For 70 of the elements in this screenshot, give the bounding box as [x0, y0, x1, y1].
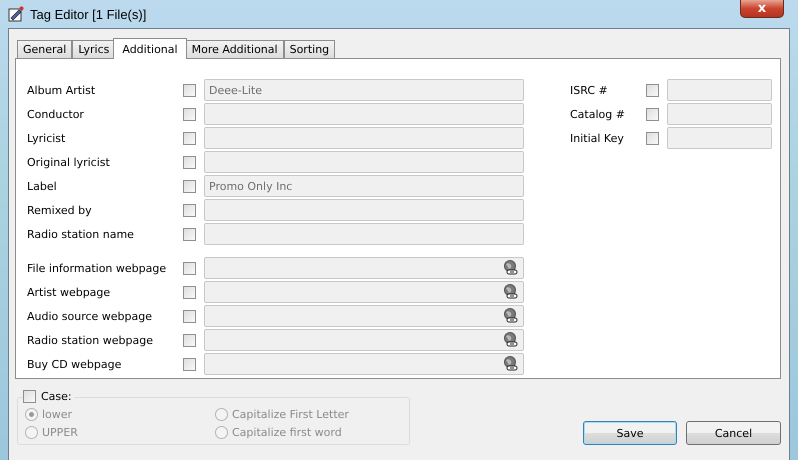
globe-link-icon[interactable] [503, 308, 519, 324]
input-field[interactable] [204, 305, 524, 327]
field-label: Artist webpage [27, 286, 112, 298]
case-label: Case: [41, 390, 72, 403]
tab[interactable]: General [17, 40, 72, 59]
field-label: Radio station webpage [27, 334, 154, 346]
tab[interactable]: Additional [113, 38, 187, 59]
globe-link-icon[interactable] [503, 260, 519, 276]
input-field[interactable] [204, 103, 524, 125]
input-field[interactable] [204, 257, 524, 279]
field-label: Audio source webpage [27, 310, 154, 322]
field-label: Label [27, 180, 58, 192]
input-field[interactable]: Deee-Lite [204, 79, 524, 101]
radio-label: UPPER [42, 426, 78, 438]
checkbox[interactable] [183, 286, 196, 298]
radio-button[interactable] [215, 408, 228, 420]
input-field[interactable] [204, 151, 524, 173]
checkbox[interactable] [183, 262, 196, 274]
field-label: Initial Key [570, 132, 625, 144]
input-field[interactable] [204, 281, 524, 303]
radio-label: lower [42, 408, 72, 420]
checkbox[interactable] [183, 334, 196, 346]
field-label: Album Artist [27, 84, 96, 96]
field-label: Conductor [27, 108, 85, 120]
checkbox[interactable] [23, 390, 36, 403]
tab[interactable]: Lyrics [72, 40, 116, 59]
checkbox[interactable] [183, 156, 196, 168]
checkbox[interactable] [183, 180, 196, 192]
radio-label: Capitalize First Letter [232, 408, 349, 420]
cancel-button[interactable]: Cancel [686, 421, 781, 445]
field-label: Remixed by [27, 204, 93, 216]
checkbox[interactable] [183, 358, 196, 370]
field-label: Lyricist [27, 132, 66, 144]
checkbox[interactable] [183, 310, 196, 322]
input-field[interactable] [204, 329, 524, 351]
input-field[interactable] [667, 79, 772, 101]
input-field[interactable] [204, 353, 524, 375]
checkbox[interactable] [183, 132, 196, 144]
field-label: Catalog # [570, 108, 626, 120]
input-field[interactable] [204, 223, 524, 245]
tab[interactable]: Sorting [284, 40, 336, 59]
field-label: Radio station name [27, 228, 135, 240]
checkbox[interactable] [183, 84, 196, 96]
window-title: Tag Editor [1 File(s)] [30, 6, 146, 22]
globe-link-icon[interactable] [503, 332, 519, 348]
radio-label: Capitalize first word [232, 426, 342, 438]
tab[interactable]: More Additional [186, 40, 284, 59]
checkbox[interactable] [646, 84, 659, 96]
checkbox[interactable] [183, 108, 196, 120]
close-button[interactable]: x [740, 0, 784, 18]
radio-button[interactable] [25, 426, 38, 438]
checkbox[interactable] [646, 108, 659, 120]
input-field[interactable] [204, 127, 524, 149]
checkbox[interactable] [183, 228, 196, 240]
field-label: File information webpage [27, 262, 168, 274]
globe-link-icon[interactable] [503, 356, 519, 372]
save-button[interactable]: Save [583, 421, 677, 445]
input-field[interactable]: Promo Only Inc [204, 175, 524, 197]
tag-editor-icon [8, 6, 24, 22]
radio-button[interactable] [25, 408, 38, 420]
checkbox[interactable] [646, 132, 659, 144]
field-label: Original lyricist [27, 156, 111, 168]
field-label: ISRC # [570, 84, 609, 96]
input-field[interactable] [667, 103, 772, 125]
checkbox[interactable] [183, 204, 196, 216]
globe-link-icon[interactable] [503, 284, 519, 300]
input-field[interactable] [667, 127, 772, 149]
input-field[interactable] [204, 199, 524, 221]
field-label: Buy CD webpage [27, 358, 122, 370]
radio-button[interactable] [215, 426, 228, 438]
